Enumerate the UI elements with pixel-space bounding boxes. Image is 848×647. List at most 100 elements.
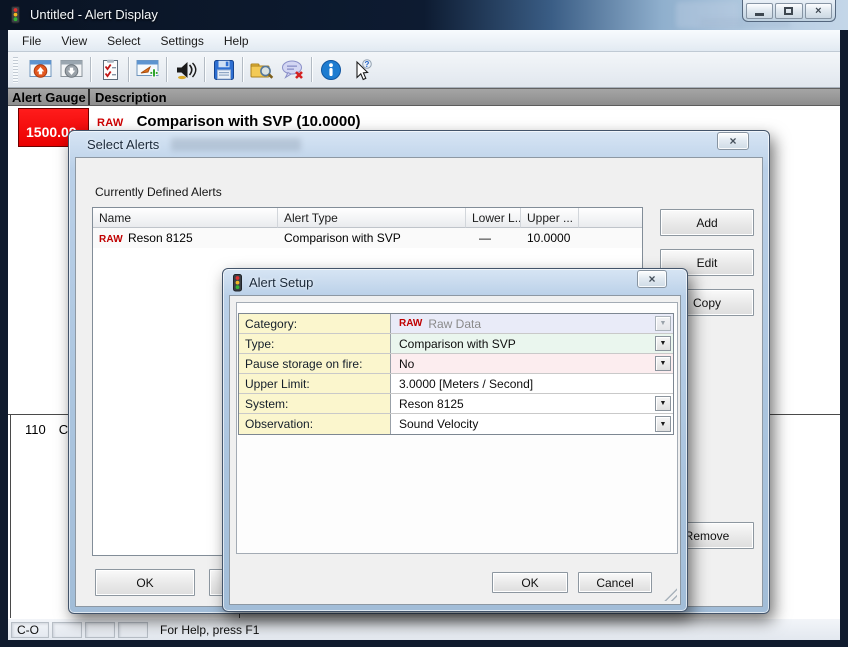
observation-dropdown[interactable]: Sound Velocity ▼ <box>391 414 673 434</box>
column-header-description[interactable]: Description <box>90 89 167 105</box>
alert-category-badge: RAW <box>99 234 123 245</box>
alert-category-badge: RAW <box>97 117 124 129</box>
column-header-lower-limit[interactable]: Lower L... <box>466 208 521 228</box>
about-button[interactable] <box>315 55 346 84</box>
alert-category-badge: RAW <box>399 318 422 329</box>
find-alert-button[interactable] <box>246 55 277 84</box>
field-value: 3.0000 [Meters / Second] <box>399 377 533 391</box>
checklist-icon <box>99 59 121 81</box>
chevron-down-icon[interactable]: ▼ <box>655 396 671 411</box>
clear-messages-button[interactable] <box>277 55 308 84</box>
column-header-alert-type[interactable]: Alert Type <box>278 208 466 228</box>
close-button[interactable]: × <box>805 3 832 19</box>
toolbar: ? <box>8 52 840 88</box>
field-row-pause-storage: Pause storage on fire: No ▼ <box>239 354 673 374</box>
sound-alarm-button[interactable] <box>170 55 201 84</box>
status-cell <box>85 622 115 638</box>
maximize-button[interactable] <box>775 3 802 19</box>
alert-row[interactable]: RAW Comparison with SVP (10.0000) <box>97 113 361 130</box>
table-row[interactable]: RAW Reson 8125 Comparison with SVP — 10.… <box>93 228 642 248</box>
status-cell <box>118 622 148 638</box>
field-value: Comparison with SVP <box>399 337 516 351</box>
menu-settings[interactable]: Settings <box>151 31 214 51</box>
toolbar-separator <box>204 57 205 82</box>
field-row-observation: Observation: Sound Velocity ▼ <box>239 414 673 434</box>
section-label: Currently Defined Alerts <box>95 185 222 199</box>
field-label: System: <box>239 394 391 413</box>
field-row-system: System: Reson 8125 ▼ <box>239 394 673 414</box>
chevron-down-icon[interactable]: ▼ <box>655 416 671 432</box>
raise-alert-window-button[interactable] <box>25 55 56 84</box>
info-icon <box>320 59 342 81</box>
chevron-down-icon[interactable]: ▼ <box>655 356 671 371</box>
toolbar-separator <box>242 57 243 82</box>
upper-limit-input[interactable]: 3.0000 [Meters / Second] <box>391 374 673 393</box>
system-dropdown[interactable]: Reson 8125 ▼ <box>391 394 673 413</box>
status-cell-mode: C-O <box>11 622 49 638</box>
field-label: Upper Limit: <box>239 374 391 393</box>
titlebar[interactable]: Untitled - Alert Display × <box>0 0 848 30</box>
window-add-icon <box>136 59 160 80</box>
toolbar-grip[interactable] <box>13 57 18 83</box>
resize-grip[interactable] <box>664 588 677 601</box>
alert-name: Reson 8125 <box>128 231 193 245</box>
minimize-icon <box>755 13 764 16</box>
column-header-filler <box>579 208 642 228</box>
add-button[interactable]: Add <box>660 209 754 236</box>
svg-text:?: ? <box>364 60 369 69</box>
dialog-body: Category: RAW Raw Data ▼ Type: Compariso… <box>229 295 681 605</box>
floppy-disk-icon <box>213 59 235 81</box>
status-cell <box>52 622 82 638</box>
category-dropdown[interactable]: RAW Raw Data ▼ <box>391 314 673 333</box>
field-value: No <box>399 357 414 371</box>
pause-storage-dropdown[interactable]: No ▼ <box>391 354 673 373</box>
lower-alert-window-button[interactable] <box>56 55 87 84</box>
toolbar-separator <box>311 57 312 82</box>
menu-help[interactable]: Help <box>214 31 259 51</box>
menu-file[interactable]: File <box>12 31 51 51</box>
menu-view[interactable]: View <box>51 31 97 51</box>
ok-button[interactable]: OK <box>492 572 568 593</box>
chevron-down-icon: ▼ <box>655 316 671 331</box>
alert-list-header: Alert Gauge Description <box>8 88 840 106</box>
dialog-title[interactable]: Select Alerts <box>87 137 159 152</box>
menu-bar: File View Select Settings Help <box>8 30 840 52</box>
alert-description: Comparison with SVP (10.0000) <box>137 113 361 130</box>
traffic-light-app-icon <box>232 274 243 292</box>
type-dropdown[interactable]: Comparison with SVP ▼ <box>391 334 673 353</box>
field-value: Reson 8125 <box>399 397 464 411</box>
window-down-icon <box>60 59 84 80</box>
status-help-text: For Help, press F1 <box>160 623 259 637</box>
help-cursor-icon: ? <box>350 58 374 81</box>
close-icon: × <box>815 5 821 17</box>
speaker-icon <box>174 59 198 81</box>
window-title: Untitled - Alert Display <box>30 7 158 22</box>
gauge-reading: 110 <box>25 422 46 437</box>
close-button[interactable]: × <box>717 132 749 150</box>
upper-limit-cell: 10.0000 <box>521 231 579 245</box>
cancel-button[interactable]: Cancel <box>578 572 652 593</box>
dialog-title[interactable]: Alert Setup <box>249 275 313 290</box>
column-header-alert-gauge[interactable]: Alert Gauge <box>8 89 90 105</box>
alert-setup-form: Category: RAW Raw Data ▼ Type: Compariso… <box>238 313 674 435</box>
minimize-button[interactable] <box>746 3 773 19</box>
close-icon: × <box>729 134 736 148</box>
traffic-light-app-icon <box>10 6 21 24</box>
close-button[interactable]: × <box>637 270 667 288</box>
table-header: Name Alert Type Lower L... Upper ... <box>93 208 642 228</box>
field-label: Observation: <box>239 414 391 434</box>
add-alert-window-button[interactable] <box>132 55 163 84</box>
speech-bubble-x-icon <box>281 59 305 81</box>
alert-checklist-button[interactable] <box>94 55 125 84</box>
field-label: Type: <box>239 334 391 353</box>
menu-select[interactable]: Select <box>97 31 150 51</box>
column-header-name[interactable]: Name <box>93 208 278 228</box>
chevron-down-icon[interactable]: ▼ <box>655 336 671 351</box>
alert-setup-dialog: Alert Setup × Category: RAW Raw Data ▼ T… <box>222 268 688 612</box>
field-value: Sound Velocity <box>399 417 478 431</box>
ok-button[interactable]: OK <box>95 569 195 596</box>
context-help-button[interactable]: ? <box>346 55 377 84</box>
toolbar-separator <box>90 57 91 82</box>
save-button[interactable] <box>208 55 239 84</box>
column-header-upper-limit[interactable]: Upper ... <box>521 208 579 228</box>
